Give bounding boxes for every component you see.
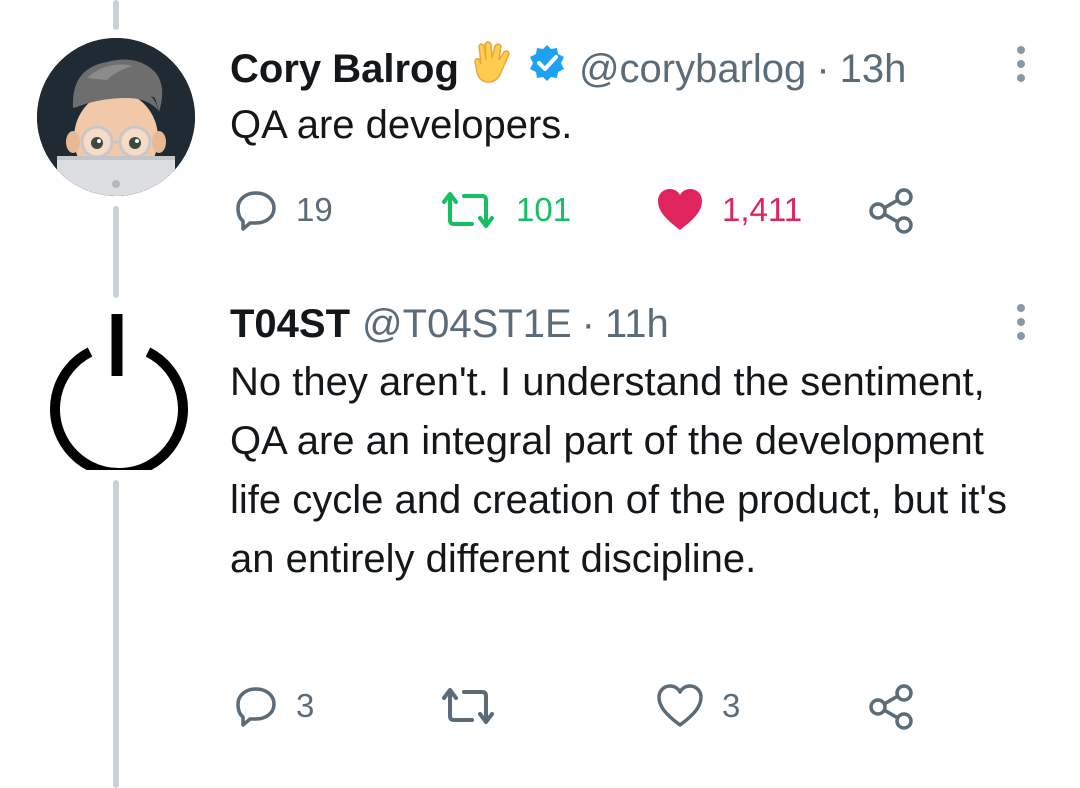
- heart-outline-icon: [657, 684, 703, 727]
- share-icon: [869, 188, 913, 234]
- handle[interactable]: @T04ST1E: [362, 300, 572, 348]
- vulcan-salute-emoji: [471, 40, 515, 97]
- retweet-icon: [442, 688, 494, 724]
- tweet-text: QA are developers.: [230, 103, 573, 147]
- share-icon: [869, 684, 913, 730]
- timestamp[interactable]: 11h: [605, 300, 669, 348]
- avatar[interactable]: [40, 312, 198, 479]
- more-options-icon[interactable]: [1014, 302, 1028, 342]
- tweet-thread: Cory Balrog @corybarlog · 13h QA are dev…: [0, 0, 1080, 788]
- timestamp[interactable]: 13h: [840, 45, 907, 93]
- display-name[interactable]: Cory Balrog: [230, 45, 459, 93]
- retweet-button[interactable]: 101: [438, 188, 571, 232]
- handle[interactable]: @corybarlog: [579, 45, 806, 93]
- avatar[interactable]: [37, 38, 195, 196]
- retweet-button[interactable]: [438, 684, 516, 728]
- like-count: 3: [722, 687, 741, 724]
- separator-dot: ·: [581, 302, 595, 346]
- verified-badge-icon: [527, 43, 567, 94]
- share-button[interactable]: [868, 188, 914, 234]
- reply-icon: [236, 191, 276, 231]
- display-name[interactable]: T04ST: [230, 300, 350, 348]
- reply-button[interactable]: 19: [234, 188, 333, 232]
- reply-icon: [236, 687, 276, 727]
- reply-count: 3: [296, 687, 315, 724]
- separator-dot: ·: [816, 46, 830, 91]
- tweet-header: T04ST @T04ST1E · 11h: [230, 300, 669, 348]
- tweet-header: Cory Balrog @corybarlog · 13h: [230, 40, 906, 97]
- like-button[interactable]: 1,411: [656, 188, 802, 232]
- tweet-text: No they aren't. I understand the sentime…: [230, 360, 1007, 581]
- reply-count: 19: [296, 191, 333, 228]
- retweet-count: 101: [516, 191, 572, 228]
- more-options-icon[interactable]: [1014, 44, 1028, 84]
- thread-line-middle: [113, 206, 119, 298]
- share-button[interactable]: [868, 684, 914, 730]
- like-button[interactable]: 3: [656, 684, 740, 728]
- like-count: 1,411: [722, 191, 803, 228]
- retweet-icon: [442, 192, 494, 228]
- heart-filled-icon: [658, 189, 702, 230]
- reply-button[interactable]: 3: [234, 684, 314, 728]
- thread-line-bottom: [113, 480, 119, 788]
- thread-line-top: [113, 0, 119, 30]
- power-icon: [50, 314, 188, 479]
